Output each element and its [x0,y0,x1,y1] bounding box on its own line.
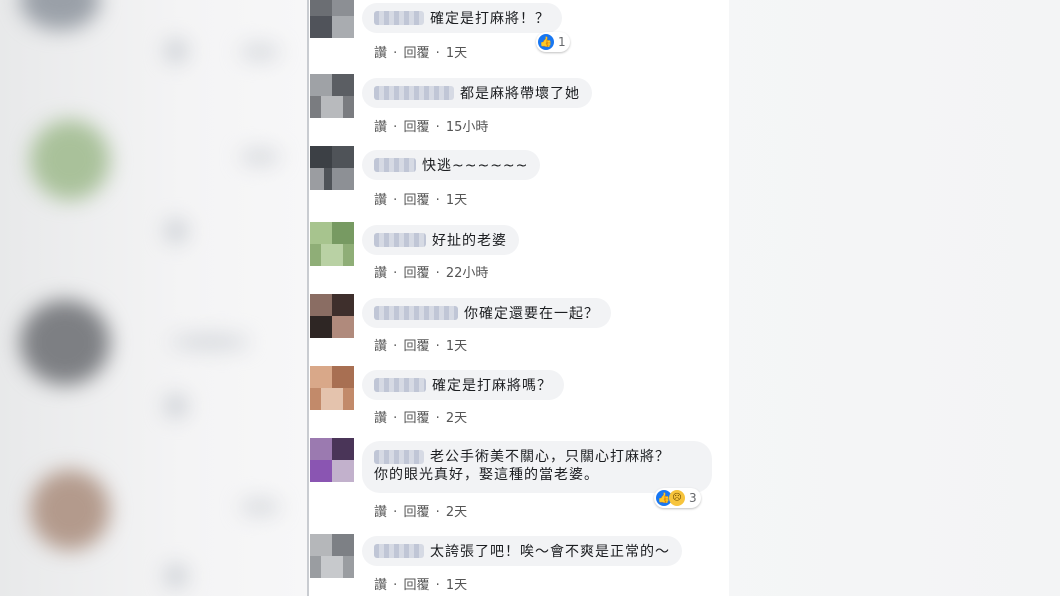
reply-link[interactable]: 回覆 [403,193,429,208]
comment-actions: 讚 · 回覆 · 1天 [374,42,469,61]
comment-time[interactable]: 1天 [446,578,467,593]
reply-link[interactable]: 回覆 [403,46,429,61]
avatar[interactable] [310,222,354,266]
separator: · [435,120,440,135]
commenter-name[interactable] [374,378,426,392]
comment-text: 太誇張了吧！唉～會不爽是正常的～ [430,544,670,560]
comment-bubble: 都是麻將帶壞了她 [362,78,592,108]
comment-actions: 讚 · 回覆 · 22小時 [374,262,490,281]
like-link[interactable]: 讚 [374,120,387,135]
reply-link[interactable]: 回覆 [403,266,429,281]
reply-link[interactable]: 回覆 [403,120,429,135]
reply-link[interactable]: 回覆 [403,411,429,426]
comment-time[interactable]: 15小時 [446,120,489,135]
separator: · [435,411,440,426]
like-reaction-icon: 👍 [538,34,554,50]
reaction-count: 1 [558,35,566,49]
comment-time[interactable]: 2天 [446,505,467,520]
comment-text: 都是麻將帶壞了她 [460,86,580,102]
separator: · [393,411,398,426]
comment-line-1: 老公手術美不關心，只關心打麻將？ [374,448,700,466]
reply-link[interactable]: 回覆 [403,578,429,593]
reaction-summary[interactable]: 👍 ☹ 3 [654,488,701,508]
comment-time[interactable]: 1天 [446,193,467,208]
comment-text: 老公手術美不關心，只關心打麻將？ [430,449,670,465]
commenter-name[interactable] [374,86,454,100]
comment-time[interactable]: 1天 [446,46,467,61]
comment-actions: 讚 · 回覆 · 2天 [374,407,469,426]
like-link[interactable]: 讚 [374,193,387,208]
separator: · [435,266,440,281]
like-link[interactable]: 讚 [374,46,387,61]
separator: · [393,339,398,354]
reaction-count: 3 [689,491,697,505]
comment-time[interactable]: 2天 [446,411,467,426]
commenter-name[interactable] [374,233,426,247]
avatar[interactable] [310,534,354,578]
separator: · [393,578,398,593]
avatar[interactable] [310,146,354,190]
like-link[interactable]: 讚 [374,505,387,520]
comment-bubble: 確定是打麻將嗎？ [362,370,564,400]
comment-bubble: 快逃~~~~~~ [362,150,541,180]
comment-text: 你確定還要在一起？ [464,306,599,322]
comment-text-line-2: 你的眼光真好，娶這種的當老婆。 [374,467,599,483]
comment-text: 確定是打麻將嗎？ [432,378,552,394]
reply-link[interactable]: 回覆 [403,339,429,354]
comment-time[interactable]: 1天 [446,339,467,354]
commenter-name[interactable] [374,11,424,25]
comment-actions: 讚 · 回覆 · 15小時 [374,116,490,135]
separator: · [435,505,440,520]
separator: · [393,266,398,281]
comment-actions: 讚 · 回覆 · 1天 [374,189,469,208]
like-link[interactable]: 讚 [374,411,387,426]
separator: · [393,505,398,520]
sad-reaction-icon: ☹ [669,490,685,506]
commenter-name[interactable] [374,158,416,172]
commenter-name[interactable] [374,544,424,558]
reaction-summary[interactable]: 👍 1 [536,32,570,52]
avatar[interactable] [310,74,354,118]
comment-bubble: 你確定還要在一起？ [362,298,611,328]
like-link[interactable]: 讚 [374,339,387,354]
separator: · [435,578,440,593]
separator: · [393,120,398,135]
comment-bubble: 老公手術美不關心，只關心打麻將？ 你的眼光真好，娶這種的當老婆。 [362,441,712,493]
like-link[interactable]: 讚 [374,578,387,593]
separator: · [393,193,398,208]
separator: · [393,46,398,61]
like-link[interactable]: 讚 [374,266,387,281]
comment-actions: 讚 · 回覆 · 1天 [374,335,469,354]
comment-bubble: 好扯的老婆 [362,225,519,255]
separator: · [435,46,440,61]
avatar[interactable] [310,438,354,482]
comment-bubble: 確定是打麻將！？ [362,3,562,33]
commenter-name[interactable] [374,450,424,464]
avatar[interactable] [310,0,354,38]
comment-text: 好扯的老婆 [432,233,507,249]
separator: · [435,339,440,354]
reply-link[interactable]: 回覆 [403,505,429,520]
blurred-background-left [0,0,307,596]
comment-time[interactable]: 22小時 [446,266,489,281]
comment-actions: 讚 · 回覆 · 1天 [374,574,469,593]
separator: · [435,193,440,208]
commenter-name[interactable] [374,306,458,320]
avatar[interactable] [310,294,354,338]
comment-text: 確定是打麻將！？ [430,11,550,27]
comment-bubble: 太誇張了吧！唉～會不爽是正常的～ [362,536,682,566]
comment-actions: 讚 · 回覆 · 2天 [374,501,469,520]
comment-text: 快逃~~~~~~ [422,158,529,174]
avatar[interactable] [310,366,354,410]
